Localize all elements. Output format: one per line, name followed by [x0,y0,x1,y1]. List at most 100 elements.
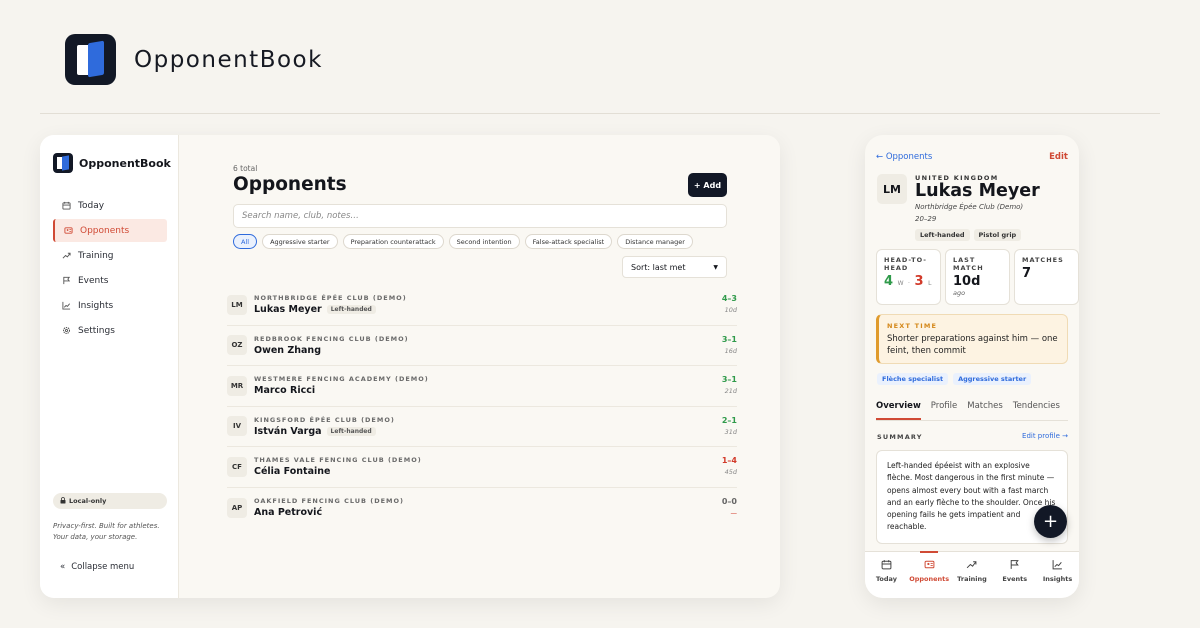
filter-chips: All Aggressive starter Preparation count… [233,234,698,249]
sidebar-item-settings[interactable]: Settings [53,319,167,342]
sidebar-item-insights[interactable]: Insights [53,294,167,317]
bottom-nav-opponents[interactable]: Opponents [909,551,950,598]
flag-icon [995,559,1035,573]
chart-icon [1038,559,1078,573]
search-input[interactable]: Search name, club, notes… [233,204,727,228]
bottom-nav-training[interactable]: Training [952,559,992,598]
filter-chip-second-intention[interactable]: Second intention [448,234,520,249]
avatar: AP [227,497,247,518]
avatar: LM [877,174,907,204]
sidebar-item-label: Settings [78,325,115,336]
opponent-row[interactable]: LM NORTHBRIDGE ÉPÉE CLUB (DEMO) Lukas Me… [227,285,737,326]
opponent-name: Ana Petrović [254,507,323,519]
contact-card-icon [909,559,949,573]
collapse-menu-button[interactable]: « Collapse menu [60,562,134,572]
add-opponent-button[interactable]: + Add [688,173,727,197]
tab-matches[interactable]: Matches [967,394,1003,420]
chevron-down-icon: ▼ [713,263,718,271]
sidebar-item-events[interactable]: Events [53,269,167,292]
sidebar-item-label: Today [78,200,105,211]
opponent-name: István Varga [254,425,322,437]
lock-icon [60,496,66,506]
separator: · [908,280,910,287]
bottom-nav-label: Training [957,575,987,583]
main-content: 6 total Opponents + Add Search name, clu… [179,135,780,598]
trend-up-icon [60,251,72,260]
tab-tendencies[interactable]: Tendencies [1013,394,1060,420]
opponent-row[interactable]: OZ REDBROOK FENCING CLUB (DEMO) Owen Zha… [227,326,737,366]
last-match-card: LAST MATCH 10d ago [945,249,1010,305]
add-fab-button[interactable]: + [1034,505,1067,538]
bottom-nav-insights[interactable]: Insights [1038,559,1078,598]
sort-select[interactable]: Sort: last met ▼ [622,256,727,278]
profile-tags: Left-handed Pistol grip [915,229,1025,241]
stat-label: MATCHES [1022,256,1064,264]
sidebar-item-today[interactable]: Today [53,194,167,217]
bottom-nav-today[interactable]: Today [866,559,906,598]
sidebar-item-training[interactable]: Training [53,244,167,267]
desktop-window: OpponentBook Today Opponents Training Ev… [40,135,780,598]
opponent-club: KINGSFORD ÉPÉE CLUB (DEMO) [254,415,395,424]
callout-label: NEXT TIME [887,322,938,330]
losses-unit: L [928,280,932,287]
opponent-row[interactable]: AP OAKFIELD FENCING CLUB (DEMO) Ana Petr… [227,488,737,529]
stat-subtext: ago [953,289,966,297]
opponent-club: REDBROOK FENCING CLUB (DEMO) [254,334,409,343]
matches-card: MATCHES 7 [1014,249,1079,305]
wins-unit: W [897,280,904,287]
divider [40,113,1160,114]
grip-tag: Pistol grip [973,229,1022,241]
opponent-name: Célia Fontaine [254,466,331,478]
filter-chip-false-attack-specialist[interactable]: False-attack specialist [524,234,613,249]
last-met: 31d [724,427,737,436]
local-only-badge: Local-only [53,493,167,509]
last-met: 10d [724,306,737,314]
contact-card-icon [62,226,74,235]
style-chip: Flèche specialist [877,373,949,385]
opponent-row[interactable]: IV KINGSFORD ÉPÉE CLUB (DEMO) István Var… [227,407,737,447]
sidebar-item-label: Opponents [80,225,130,236]
sidebar: OpponentBook Today Opponents Training Ev… [40,135,179,598]
opponent-club: THAMES VALE FENCING CLUB (DEMO) [254,456,422,465]
opponent-row[interactable]: CF THAMES VALE FENCING CLUB (DEMO) Célia… [227,447,737,488]
bottom-nav-label: Opponents [909,575,950,583]
logo-icon [65,34,116,85]
opponent-club: NORTHBRIDGE ÉPÉE CLUB (DEMO) [254,294,407,303]
stat-label: LAST MATCH [953,256,984,272]
callout-text: Shorter preparations against him — one f… [887,334,1058,356]
opponent-club: Northbridge Épée Club (Demo) [915,203,1024,211]
bottom-nav-label: Events [1002,575,1028,583]
stat-label: HEAD-TO-HEAD [884,256,927,272]
filter-chip-aggressive-starter[interactable]: Aggressive starter [262,234,338,249]
edit-profile-link[interactable]: Edit profile → [1022,432,1068,440]
profile-tabs: Overview Profile Matches Tendencies [876,394,1068,421]
tagline: Privacy-first. Built for athletes. Your … [53,522,160,541]
avatar: MR [227,375,247,396]
stat-value: 10d [953,274,981,289]
phone-window: ← Opponents Edit LM UNITED KINGDOM Lukas… [865,135,1079,598]
wins-value: 4 [884,274,894,289]
collapse-menu-label: Collapse menu [71,562,135,572]
filter-chip-all[interactable]: All [233,234,258,249]
filter-chip-distance-manager[interactable]: Distance manager [617,234,693,249]
stats-row: HEAD-TO-HEAD 4 W · 3 L LAST MATCH 10d ag… [876,249,1079,305]
sidebar-brand[interactable]: OpponentBook [53,153,171,173]
opponent-name: Lukas Meyer [915,181,1040,201]
record-score: 3–1 [721,375,737,384]
filter-chip-preparation-counterattack[interactable]: Preparation counterattack [342,234,444,249]
style-chips: Flèche specialist Aggressive starter [877,373,1036,385]
edit-button[interactable]: Edit [1049,152,1068,162]
opponent-row[interactable]: MR WESTMERE FENCING ACADEMY (DEMO) Marco… [227,366,737,407]
calendar-icon [866,559,906,573]
tab-overview[interactable]: Overview [876,394,921,420]
sidebar-item-label: Training [78,250,114,261]
record-score: 1–4 [721,456,737,465]
bottom-nav-events[interactable]: Events [995,559,1035,598]
calendar-icon [60,201,72,210]
back-link[interactable]: ← Opponents [876,152,932,162]
handedness-tag: Left-handed [915,229,970,241]
sidebar-item-opponents[interactable]: Opponents [53,219,167,242]
tab-profile[interactable]: Profile [931,394,957,420]
opponents-count: 6 total [233,164,258,173]
style-chip: Aggressive starter [953,373,1032,385]
